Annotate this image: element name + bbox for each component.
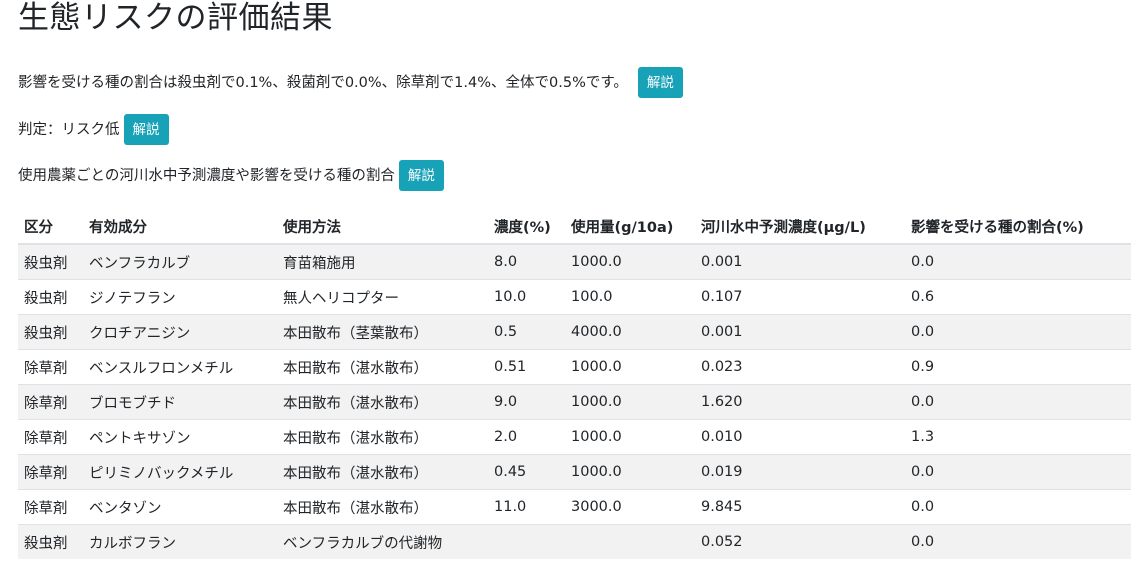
cell-amount [565, 524, 695, 559]
cell-affected-species: 0.0 [905, 524, 1131, 559]
cell-affected-species: 0.0 [905, 243, 1131, 280]
cell-affected-species: 1.3 [905, 419, 1131, 455]
judgement-explain-button[interactable]: 解説 [123, 114, 169, 145]
cell-predicted-concentration: 0.023 [695, 349, 905, 385]
cell-ingredient: カルボフラン [83, 524, 277, 559]
header-predicted-concentration: 河川水中予測濃度(μg/L) [695, 209, 905, 245]
cell-category: 除草剤 [18, 454, 83, 490]
cell-predicted-concentration: 0.001 [695, 314, 905, 350]
cell-affected-species: 0.9 [905, 349, 1131, 385]
cell-ingredient: ブロモブチド [83, 384, 277, 420]
cell-concentration [488, 524, 565, 559]
cell-concentration: 0.51 [488, 349, 565, 385]
judgement-text: 判定：リスク低 [18, 121, 120, 138]
cell-affected-species: 0.0 [905, 454, 1131, 490]
cell-category: 除草剤 [18, 419, 83, 455]
cell-concentration: 9.0 [488, 384, 565, 420]
cell-affected-species: 0.0 [905, 384, 1131, 420]
cell-amount: 3000.0 [565, 489, 695, 525]
cell-category: 除草剤 [18, 349, 83, 385]
cell-ingredient: ジノテフラン [83, 279, 277, 315]
table-row: 除草剤 ベンスルフロンメチル 本田散布（湛水散布） 0.51 1000.0 0.023 0.… [18, 349, 1131, 385]
table-row: 殺虫剤 ベンフラカルブ 育苗箱施用 8.0 1000.0 0.001 0.0 [18, 243, 1131, 280]
cell-ingredient: クロチアニジン [83, 314, 277, 350]
cell-ingredient: ベンスルフロンメチル [83, 349, 277, 385]
cell-amount: 1000.0 [565, 454, 695, 490]
header-method: 使用方法 [277, 209, 488, 245]
cell-ingredient: ピリミノバックメチル [83, 454, 277, 490]
cell-method: 本田散布（湛水散布） [277, 454, 488, 490]
header-category: 区分 [18, 209, 83, 245]
header-amount: 使用量(g/10a) [565, 209, 695, 245]
cell-category: 除草剤 [18, 384, 83, 420]
cell-method: 本田散布（湛水散布） [277, 489, 488, 525]
cell-concentration: 0.5 [488, 314, 565, 350]
table-row: 除草剤 ペントキサゾン 本田散布（湛水散布） 2.0 1000.0 0.010 1.3 [18, 419, 1131, 455]
usage-line: 使用農薬ごとの河川水中予測濃度や影響を受ける種の割合 解説 [18, 160, 444, 191]
cell-affected-species: 0.0 [905, 489, 1131, 525]
table-row: 殺虫剤 カルボフラン ベンフラカルブの代謝物 0.052 0.0 [18, 524, 1131, 559]
table-row: 除草剤 ピリミノバックメチル 本田散布（湛水散布） 0.45 1000.0 0.019 0.… [18, 454, 1131, 490]
pesticide-risk-table: 区分 有効成分 使用方法 濃度(%) 使用量(g/10a) 河川水中予測濃度(μ… [18, 209, 1131, 559]
header-ingredient: 有効成分 [83, 209, 277, 245]
cell-concentration: 10.0 [488, 279, 565, 315]
cell-predicted-concentration: 0.001 [695, 243, 905, 280]
header-concentration: 濃度(%) [488, 209, 565, 245]
header-affected-species: 影響を受ける種の割合(%) [905, 209, 1131, 245]
page-title: 生態リスクの評価結果 [18, 0, 333, 36]
cell-amount: 1000.0 [565, 243, 695, 280]
cell-method: 育苗箱施用 [277, 243, 488, 280]
cell-affected-species: 0.0 [905, 314, 1131, 350]
cell-method: ベンフラカルブの代謝物 [277, 524, 488, 559]
cell-category: 除草剤 [18, 489, 83, 525]
cell-category: 殺虫剤 [18, 524, 83, 559]
cell-method: 本田散布（茎葉散布） [277, 314, 488, 350]
summary-text: 影響を受ける種の割合は殺虫剤で0.1%、殺菌剤で0.0%、除草剤で1.4%、全体… [18, 74, 628, 91]
usage-text: 使用農薬ごとの河川水中予測濃度や影響を受ける種の割合 [18, 167, 395, 184]
cell-method: 本田散布（湛水散布） [277, 349, 488, 385]
cell-method: 無人ヘリコプター [277, 279, 488, 315]
cell-amount: 1000.0 [565, 419, 695, 455]
cell-predicted-concentration: 0.010 [695, 419, 905, 455]
table-header-row: 区分 有効成分 使用方法 濃度(%) 使用量(g/10a) 河川水中予測濃度(μ… [18, 209, 1131, 245]
cell-amount: 1000.0 [565, 384, 695, 420]
summary-line: 影響を受ける種の割合は殺虫剤で0.1%、殺菌剤で0.0%、除草剤で1.4%、全体… [18, 67, 683, 98]
cell-ingredient: ペントキサゾン [83, 419, 277, 455]
usage-explain-button[interactable]: 解説 [398, 160, 444, 191]
cell-amount: 100.0 [565, 279, 695, 315]
cell-predicted-concentration: 0.019 [695, 454, 905, 490]
cell-predicted-concentration: 0.052 [695, 524, 905, 559]
table-row: 殺虫剤 ジノテフラン 無人ヘリコプター 10.0 100.0 0.107 0.6 [18, 279, 1131, 315]
cell-concentration: 8.0 [488, 243, 565, 280]
table-row: 除草剤 ベンタゾン 本田散布（湛水散布） 11.0 3000.0 9.845 0.0 [18, 489, 1131, 525]
cell-amount: 4000.0 [565, 314, 695, 350]
cell-concentration: 2.0 [488, 419, 565, 455]
cell-category: 殺虫剤 [18, 279, 83, 315]
cell-predicted-concentration: 9.845 [695, 489, 905, 525]
cell-method: 本田散布（湛水散布） [277, 384, 488, 420]
cell-predicted-concentration: 1.620 [695, 384, 905, 420]
cell-ingredient: ベンフラカルブ [83, 243, 277, 280]
cell-concentration: 11.0 [488, 489, 565, 525]
cell-category: 殺虫剤 [18, 243, 83, 280]
cell-predicted-concentration: 0.107 [695, 279, 905, 315]
cell-method: 本田散布（湛水散布） [277, 419, 488, 455]
table-row: 除草剤 ブロモブチド 本田散布（湛水散布） 9.0 1000.0 1.620 0.0 [18, 384, 1131, 420]
cell-affected-species: 0.6 [905, 279, 1131, 315]
cell-amount: 1000.0 [565, 349, 695, 385]
table-row: 殺虫剤 クロチアニジン 本田散布（茎葉散布） 0.5 4000.0 0.001 0.0 [18, 314, 1131, 350]
cell-category: 殺虫剤 [18, 314, 83, 350]
summary-explain-button[interactable]: 解説 [637, 67, 683, 98]
cell-ingredient: ベンタゾン [83, 489, 277, 525]
cell-concentration: 0.45 [488, 454, 565, 490]
judgement-line: 判定：リスク低 解説 [18, 114, 169, 145]
